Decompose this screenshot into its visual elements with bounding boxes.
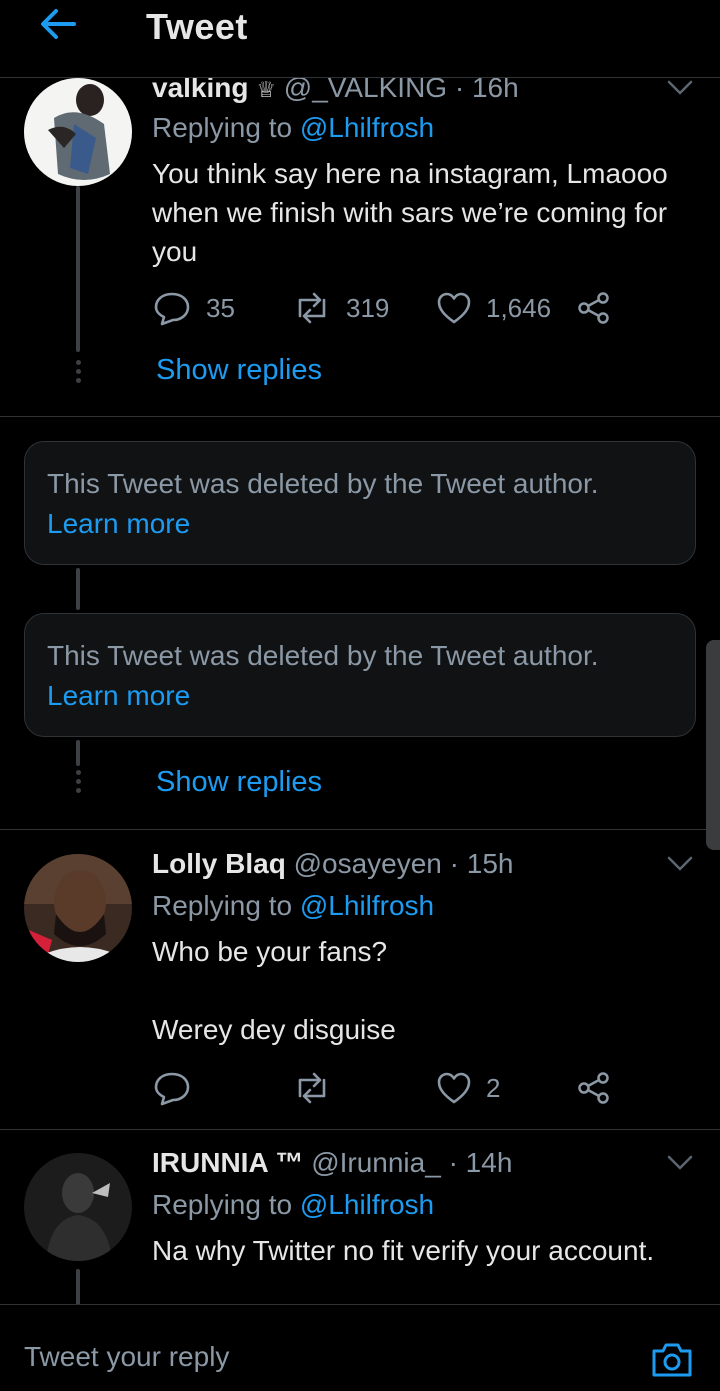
learn-more-link[interactable]: Learn more <box>47 680 190 712</box>
replying-label: Replying to <box>152 112 293 143</box>
replying-to: Replying to @Lhilfrosh <box>152 1189 434 1221</box>
divider <box>0 416 720 417</box>
reply-button[interactable]: 35 <box>152 288 235 328</box>
tweet-text: Na why Twitter no fit verify your accoun… <box>152 1235 655 1266</box>
like-count: 2 <box>486 1072 501 1103</box>
author-name[interactable]: Lolly Blaq <box>152 848 286 879</box>
retweet-button[interactable]: 319 <box>292 288 389 328</box>
tweet-irunnia[interactable]: IRUNNIA ™ @Irunnia_ · 14h Replying to @L… <box>0 1147 720 1304</box>
thread-line <box>76 568 80 610</box>
thread-line <box>76 1269 80 1304</box>
author-name[interactable]: valking <box>152 78 248 103</box>
deleted-tweet-card: This Tweet was deleted by the Tweet auth… <box>24 613 696 737</box>
tweet-time: · 15h <box>449 848 514 879</box>
thread-line <box>76 740 80 766</box>
retweet-icon <box>298 1072 326 1104</box>
back-button[interactable] <box>30 4 86 44</box>
heart-icon <box>437 1072 471 1104</box>
tweet-valking[interactable]: valking ♕ @_VALKING · 16h Replying to @L… <box>0 78 720 416</box>
crown-icon: ♕ <box>256 78 276 102</box>
like-button[interactable]: 2 <box>436 1068 500 1108</box>
retweet-count: 319 <box>346 292 390 323</box>
replying-label: Replying to <box>152 890 293 921</box>
replying-handle-link[interactable]: @Lhilfrosh <box>300 890 434 921</box>
page-title: Tweet <box>146 6 248 47</box>
divider <box>0 1129 720 1130</box>
show-replies-link[interactable]: Show replies <box>156 766 322 799</box>
retweet-button[interactable] <box>292 1068 346 1108</box>
comment-icon <box>154 292 190 326</box>
divider <box>0 829 720 830</box>
like-count: 1,646 <box>486 292 552 323</box>
avatar[interactable] <box>24 78 132 186</box>
deleted-notice: This Tweet was deleted by the Tweet auth… <box>47 468 599 499</box>
tweet-feed[interactable]: valking ♕ @_VALKING · 16h Replying to @L… <box>0 78 720 1304</box>
author-handle[interactable]: @osayeyen <box>294 848 442 879</box>
tweet-lolly-blaq[interactable]: Lolly Blaq @osayeyen · 15h Replying to @… <box>0 848 720 1129</box>
chevron-down-icon[interactable] <box>666 78 694 98</box>
deleted-notice: This Tweet was deleted by the Tweet auth… <box>47 640 599 671</box>
learn-more-link[interactable]: Learn more <box>47 508 190 540</box>
author-name[interactable]: IRUNNIA ™ <box>152 1147 303 1178</box>
deleted-tweet-card: This Tweet was deleted by the Tweet auth… <box>24 441 696 565</box>
share-icon <box>578 292 609 324</box>
chevron-down-icon[interactable] <box>666 854 694 874</box>
tweet-text-line: Werey dey disguise <box>152 1014 396 1045</box>
author-handle[interactable]: @Irunnia_ <box>311 1147 441 1178</box>
camera-icon[interactable] <box>650 1339 694 1379</box>
avatar[interactable] <box>24 854 132 962</box>
thread-line <box>76 186 80 352</box>
replying-label: Replying to <box>152 1189 293 1220</box>
thread-more-dots <box>74 360 82 383</box>
tweet-text-line: Who be your fans? <box>152 936 388 967</box>
author-handle[interactable]: @_VALKING <box>284 78 447 103</box>
heart-icon <box>437 292 471 324</box>
show-replies-link[interactable]: Show replies <box>156 354 322 387</box>
comment-icon <box>154 1072 190 1106</box>
tweet-actions: 35 319 1,646 <box>152 288 632 328</box>
tweet-time: · 16h <box>454 78 519 103</box>
chevron-down-icon[interactable] <box>666 1153 694 1173</box>
replying-handle-link[interactable]: @Lhilfrosh <box>300 112 434 143</box>
share-button[interactable] <box>576 1068 612 1108</box>
retweet-icon <box>298 292 326 324</box>
tweet-actions: 2 <box>152 1068 632 1108</box>
reply-button[interactable] <box>152 1068 206 1108</box>
thread-more-dots <box>74 770 82 793</box>
top-bar: Tweet <box>0 0 720 78</box>
share-button[interactable] <box>576 288 612 328</box>
share-icon <box>578 1072 609 1104</box>
scrollbar[interactable] <box>706 640 720 850</box>
like-button[interactable]: 1,646 <box>436 288 551 328</box>
avatar[interactable] <box>24 1153 132 1261</box>
tweet-time: · 14h <box>448 1147 513 1178</box>
arrow-left-icon <box>41 9 76 39</box>
tweet-text: You think say here na instagram, Lmaooo … <box>152 158 668 267</box>
reply-input[interactable]: Tweet your reply <box>24 1341 229 1373</box>
replying-to: Replying to @Lhilfrosh <box>152 890 434 922</box>
replying-handle-link[interactable]: @Lhilfrosh <box>300 1189 434 1220</box>
replying-to: Replying to @Lhilfrosh <box>152 112 434 144</box>
reply-count: 35 <box>206 292 235 323</box>
reply-composer: Tweet your reply <box>0 1304 720 1391</box>
